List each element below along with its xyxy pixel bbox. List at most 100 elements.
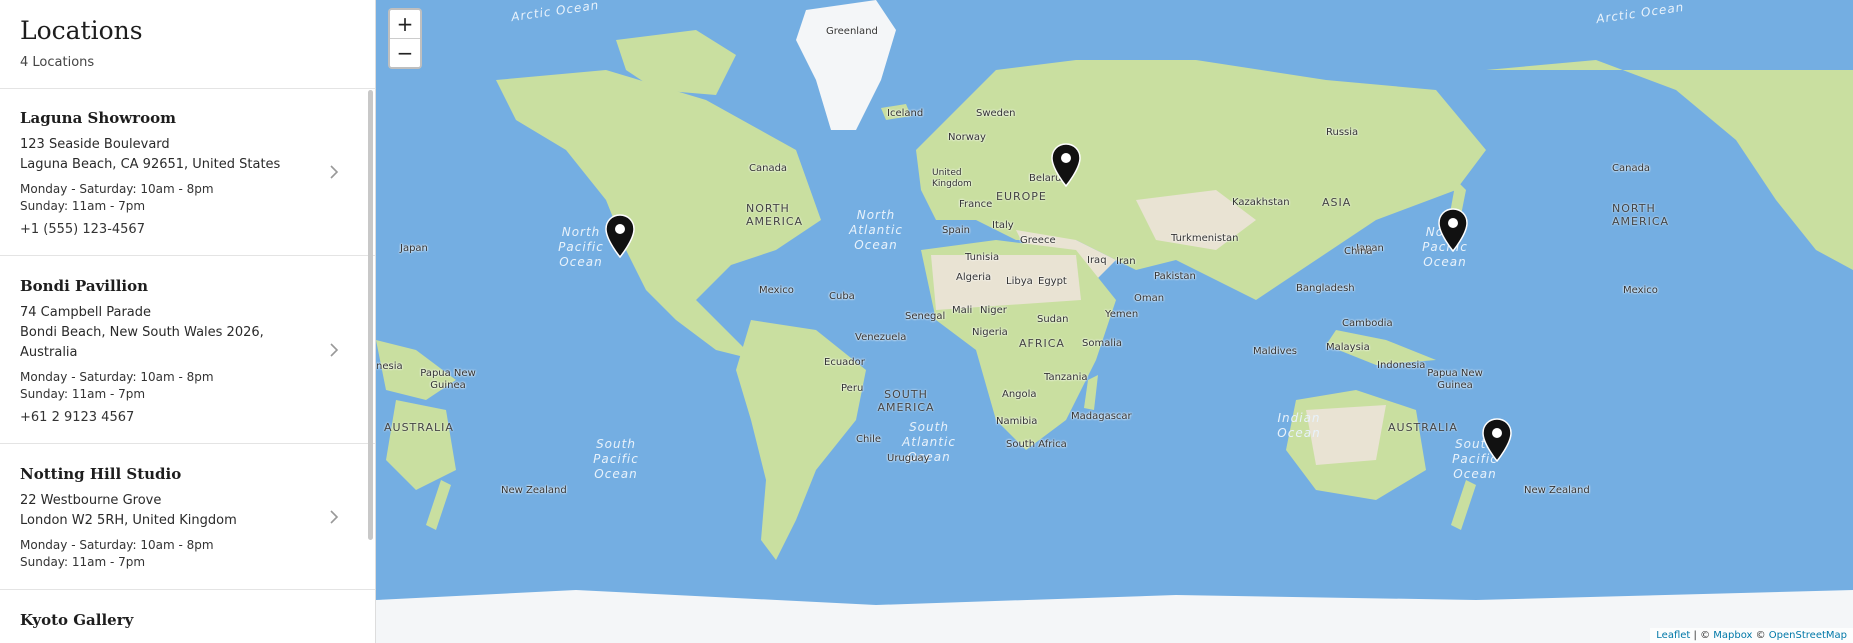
map-label: Maldives <box>1253 346 1297 357</box>
ocean-label: South Pacific Ocean <box>593 437 639 481</box>
location-phone[interactable]: +1 (555) 123-4567 <box>20 222 315 237</box>
map-label: Tunisia <box>965 252 1000 263</box>
map-label: Greece <box>1020 235 1056 246</box>
map-label: SOUTH AMERICA <box>877 388 935 414</box>
location-item-notting-hill[interactable]: Notting Hill Studio 22 Westbourne Grove … <box>0 444 375 590</box>
location-item-kyoto[interactable]: Kyoto Gallery <box>0 590 375 643</box>
openstreetmap-link[interactable]: OpenStreetMap <box>1769 630 1847 641</box>
map-label: Malaysia <box>1326 342 1370 353</box>
location-count: 4 Locations <box>20 55 95 70</box>
location-hours: Monday - Saturday: 10am - 8pm Sunday: 11… <box>20 369 315 403</box>
map-label: Niger <box>980 305 1007 316</box>
location-name: Laguna Showroom <box>20 109 176 127</box>
map-label: Nigeria <box>972 327 1008 338</box>
location-address-line: Laguna Beach, CA 92651, United States <box>20 157 281 172</box>
map-label: Iceland <box>887 108 924 119</box>
zoom-control: + − <box>388 8 422 69</box>
map-label: Senegal <box>905 311 946 322</box>
zoom-in-button[interactable]: + <box>390 10 420 39</box>
map-label: Mali <box>952 305 973 316</box>
map-label: Iran <box>1116 256 1136 267</box>
map-label: AUSTRALIA <box>384 421 454 434</box>
map-label: Canada <box>749 163 788 174</box>
map-view[interactable]: Arctic Ocean Arctic Ocean North Pacific … <box>376 0 1853 643</box>
map-label: United Kingdom <box>932 168 972 189</box>
location-address-line: 123 Seaside Boulevard <box>20 137 170 152</box>
location-hours-line: Sunday: 11am - 7pm <box>20 387 146 401</box>
map-label: EUROPE <box>996 190 1047 203</box>
map-label: AFRICA <box>1019 337 1065 350</box>
chevron-right-icon <box>330 165 339 179</box>
location-marker-kyoto[interactable] <box>1438 208 1468 252</box>
map-label: Greenland <box>826 26 878 37</box>
map-label: China <box>1344 246 1373 257</box>
map-label: Turkmenistan <box>1171 233 1239 244</box>
map-label: Pakistan <box>1154 271 1196 282</box>
map-label: Sweden <box>976 108 1016 119</box>
map-label: Bangladesh <box>1296 283 1355 294</box>
location-hours: Monday - Saturday: 10am - 8pm Sunday: 11… <box>20 537 315 571</box>
map-label: Papua New Guinea <box>1427 368 1483 391</box>
location-marker-notting-hill[interactable] <box>1051 143 1081 187</box>
map-label: NORTH AMERICA <box>746 202 804 228</box>
map-label: AUSTRALIA <box>1388 421 1458 434</box>
map-label: Libya <box>1006 276 1033 287</box>
map-attribution: Leaflet | © Mapbox © OpenStreetMap <box>1650 628 1853 643</box>
sidebar-title: Locations <box>20 16 143 45</box>
map-label: Cuba <box>829 291 855 302</box>
location-marker-bondi[interactable] <box>1482 418 1512 462</box>
location-hours-line: Sunday: 11am - 7pm <box>20 555 146 569</box>
sidebar-header: Locations 4 Locations <box>0 0 375 89</box>
location-address-line: 74 Campbell Parade <box>20 305 152 320</box>
map-label: Cambodia <box>1342 318 1393 329</box>
chevron-right-icon <box>330 509 339 524</box>
map-label: ASIA <box>1322 196 1352 209</box>
chevron-right-icon <box>330 342 339 357</box>
location-hours-line: Monday - Saturday: 10am - 8pm <box>20 182 214 196</box>
map-label: Italy <box>992 220 1014 231</box>
map-label: South Africa <box>1006 439 1067 450</box>
location-hours-line: Monday - Saturday: 10am - 8pm <box>20 538 214 552</box>
map-label: nesia <box>376 361 403 372</box>
map-label: NORTH AMERICA <box>1612 202 1670 228</box>
map-label: Spain <box>942 225 970 236</box>
map-label: Madagascar <box>1071 411 1132 422</box>
map-label: Chile <box>856 434 882 445</box>
map-label: Mexico <box>1623 285 1658 296</box>
mapbox-link[interactable]: Mapbox <box>1713 630 1752 641</box>
map-label: Kazakhstan <box>1232 197 1290 208</box>
location-marker-laguna[interactable] <box>605 214 635 258</box>
sidebar-scrollbar[interactable] <box>368 90 373 540</box>
location-name: Notting Hill Studio <box>20 465 182 483</box>
location-address-line: Bondi Beach, New South Wales 2026, <box>20 325 264 340</box>
map-label: Japan <box>400 243 428 254</box>
map-label: Tanzania <box>1044 372 1088 383</box>
map-label: Papua New Guinea <box>420 368 476 391</box>
attribution-separator: © <box>1752 630 1769 641</box>
map-label: France <box>959 199 993 210</box>
map-label: Iraq <box>1087 255 1107 266</box>
zoom-out-button[interactable]: − <box>390 39 420 67</box>
location-item-laguna[interactable]: Laguna Showroom 123 Seaside Boulevard La… <box>0 89 375 256</box>
location-hours-line: Monday - Saturday: 10am - 8pm <box>20 370 214 384</box>
map-label: Egypt <box>1038 276 1067 287</box>
map-label: New Zealand <box>501 485 567 496</box>
map-label: Oman <box>1134 293 1165 304</box>
ocean-label: Indian Ocean <box>1277 411 1321 440</box>
location-item-bondi[interactable]: Bondi Pavillion 74 Campbell Parade Bondi… <box>0 256 375 444</box>
location-phone[interactable]: +61 2 9123 4567 <box>20 410 315 425</box>
map-label: New Zealand <box>1524 485 1590 496</box>
map-label: Sudan <box>1037 314 1069 325</box>
locations-sidebar: Locations 4 Locations Laguna Showroom 12… <box>0 0 376 643</box>
location-address-line: Australia <box>20 345 78 360</box>
map-label: Angola <box>1002 389 1037 400</box>
map-label: Venezuela <box>855 332 907 343</box>
location-name: Bondi Pavillion <box>20 277 149 295</box>
map-label: Indonesia <box>1377 360 1426 371</box>
location-address-line: 22 Westbourne Grove <box>20 493 162 508</box>
map-label: Algeria <box>956 272 992 283</box>
map-label: Norway <box>948 132 986 143</box>
map-label: Somalia <box>1082 338 1123 349</box>
location-address-line: London W2 5RH, United Kingdom <box>20 513 237 528</box>
leaflet-link[interactable]: Leaflet <box>1656 630 1690 641</box>
